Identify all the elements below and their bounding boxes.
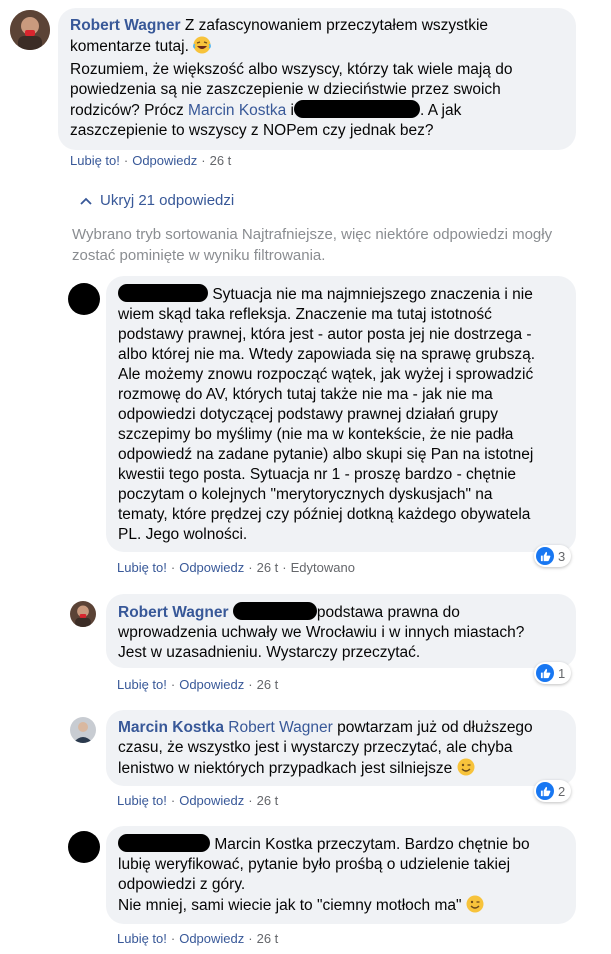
comment-text-line: rodziców? Prócz bbox=[70, 102, 184, 119]
chevron-up-icon bbox=[80, 197, 92, 205]
laughing-emoji-icon bbox=[193, 36, 212, 60]
comment-text-line: zaszczepienie to wszyscy z NOPem czy jed… bbox=[70, 122, 434, 139]
hide-replies-label: Ukryj 21 odpowiedzi bbox=[100, 192, 235, 209]
avatar-redacted[interactable] bbox=[68, 283, 100, 315]
timestamp[interactable]: 26 t bbox=[257, 931, 279, 946]
comment-text-line: . A jak bbox=[419, 102, 462, 119]
comment-text-line: powiedzenia są nie zaszczepienie w dziec… bbox=[70, 81, 501, 98]
reply-text-line: kwestii tego posta. Sytuacja nr 1 - pros… bbox=[118, 466, 517, 483]
filter-note: Wybrano tryb sortowania Najtrafniejsze, … bbox=[72, 224, 597, 266]
reply-text-line: wprowadzenia uchwały we Wrocławiu i w in… bbox=[118, 624, 525, 641]
edited-label[interactable]: Edytowano bbox=[291, 560, 355, 575]
comment-author[interactable]: Robert Wagner bbox=[70, 17, 181, 34]
reply-text-line: czasu, że wszystko jest i wystarczy prze… bbox=[118, 739, 513, 756]
thumbs-up-icon bbox=[536, 664, 554, 682]
reply-bubble-3: Marcin Kostka Robert Wagner powtarzam ju… bbox=[106, 710, 576, 786]
reply-bubble-1: Sytuacja nie ma najmniejszego znaczenia … bbox=[106, 276, 576, 552]
thumbs-up-icon bbox=[536, 547, 554, 565]
reply-button[interactable]: Odpowiedz bbox=[179, 931, 244, 946]
timestamp[interactable]: 26 t bbox=[210, 153, 232, 168]
reply-actions-1: Lubię to! · Odpowiedz · 26 t · Edytowano bbox=[117, 560, 355, 575]
timestamp[interactable]: 26 t bbox=[257, 793, 279, 808]
avatar-marcin-kostka[interactable] bbox=[70, 717, 96, 743]
avatar-robert-wagner[interactable] bbox=[70, 601, 96, 627]
reply-text-line: lubię weryfikować, pytanie było prośbą o… bbox=[118, 856, 511, 873]
reply-bubble-2: Robert Wagner podstawa prawna do wprowad… bbox=[106, 594, 576, 668]
reply-text-line: podstawy prawnej, która jest - autor pos… bbox=[118, 326, 532, 343]
reply-text-line: lenistwo w niektórych przypadkach jest s… bbox=[118, 760, 453, 777]
reply-text-line: szczepimy bo myślimy (nie ma w kontekści… bbox=[118, 426, 514, 443]
reply-author[interactable]: Robert Wagner bbox=[118, 604, 229, 621]
reply-text-line: Marcin Kostka przeczytam. Bardzo chętnie… bbox=[214, 836, 530, 853]
reply-text-line: odpowiedzi z góry. bbox=[118, 876, 246, 893]
reply-text-line: Sytuacja nie ma najmniejszego znaczenia … bbox=[212, 286, 533, 303]
reaction-summary-3[interactable]: 2 bbox=[534, 780, 572, 802]
like-button[interactable]: Lubię to! bbox=[117, 793, 167, 808]
avatar-photo-icon bbox=[70, 601, 96, 627]
hide-replies-toggle[interactable]: Ukryj 21 odpowiedzi bbox=[80, 192, 234, 209]
comment-text-line: komentarze tutaj. bbox=[70, 38, 189, 55]
reaction-count: 2 bbox=[558, 783, 566, 799]
reply-text-line: Nie mniej, sami wiecie jak to "ciemny mo… bbox=[118, 897, 462, 914]
avatar-photo-icon bbox=[70, 717, 96, 743]
mention-link[interactable]: Robert Wagner bbox=[228, 719, 333, 736]
redacted-author bbox=[118, 834, 210, 852]
avatar-photo-icon bbox=[10, 10, 50, 50]
reply-text-line: powtarzam już od dłuższego bbox=[332, 719, 533, 736]
reply-button[interactable]: Odpowiedz bbox=[179, 793, 244, 808]
mention-link[interactable]: Marcin Kostka bbox=[188, 102, 286, 119]
reply-bubble-4: Marcin Kostka przeczytam. Bardzo chętnie… bbox=[106, 826, 576, 924]
reply-text-line: poczytam o kolejnych "merytorycznych dys… bbox=[118, 486, 493, 503]
winking-emoji-icon bbox=[457, 758, 475, 782]
comment-text-line: i bbox=[286, 102, 294, 119]
reply-author[interactable]: Marcin Kostka bbox=[118, 719, 224, 736]
like-button[interactable]: Lubię to! bbox=[117, 677, 167, 692]
reply-text-line: wiem skąd taka refleksja. Znaczenie ma t… bbox=[118, 306, 492, 323]
reply-actions-3: Lubię to! · Odpowiedz · 26 t bbox=[117, 793, 279, 808]
redacted-name bbox=[293, 100, 420, 118]
reply-text-line: odpowiedź na zadane pytanie) albo skupi … bbox=[118, 446, 534, 463]
redacted-author bbox=[118, 284, 208, 302]
timestamp[interactable]: 26 t bbox=[257, 560, 279, 575]
avatar-redacted[interactable] bbox=[68, 831, 100, 863]
reaction-summary-2[interactable]: 1 bbox=[534, 662, 572, 684]
like-button[interactable]: Lubię to! bbox=[117, 560, 167, 575]
reply-text-line: Jest w uzasadnieniu. Wystarczy przeczyta… bbox=[118, 644, 421, 661]
reply-button[interactable]: Odpowiedz bbox=[179, 677, 244, 692]
comment-bubble-main: Robert Wagner Z zafascynowaniem przeczyt… bbox=[58, 8, 576, 150]
reply-actions-2: Lubię to! · Odpowiedz · 26 t bbox=[117, 677, 279, 692]
winking-emoji-icon bbox=[466, 895, 484, 919]
reply-text-line: podstawa prawna do bbox=[316, 604, 460, 621]
reply-text-line: PL. Jego wolności. bbox=[118, 526, 248, 543]
reply-text-line: rozmowę do AV, których tutaj także nie m… bbox=[118, 386, 493, 403]
reply-actions-4: Lubię to! · Odpowiedz · 26 t bbox=[117, 931, 279, 946]
reply-text-line: tematy, które prędzej czy później dotkną… bbox=[118, 506, 531, 523]
reply-button[interactable]: Odpowiedz bbox=[179, 560, 244, 575]
reaction-count: 3 bbox=[558, 548, 566, 564]
reply-text-line: Ale możemy znowu rozpocząć wątek, jak wy… bbox=[118, 366, 534, 383]
reaction-count: 1 bbox=[558, 665, 566, 681]
filter-note-line: zostać pominięte w wyniku filtrowania. bbox=[72, 247, 326, 264]
avatar-robert-wagner[interactable] bbox=[10, 10, 50, 50]
filter-note-line: Wybrano tryb sortowania Najtrafniejsze, … bbox=[72, 226, 553, 243]
thumbs-up-icon bbox=[536, 782, 554, 800]
reply-text-line: odpowiedzi dotyczącej podstawy prawnej d… bbox=[118, 406, 498, 423]
reaction-summary-1[interactable]: 3 bbox=[534, 545, 572, 567]
reply-text-line: albo której nie ma. Wtedy zapowiada się … bbox=[118, 346, 535, 363]
comment-text-line: Z zafascynowaniem przeczytałem wszystkie bbox=[184, 17, 489, 34]
comment-text-line: Rozumiem, że większość albo wszyscy, któ… bbox=[70, 61, 513, 78]
like-button[interactable]: Lubię to! bbox=[70, 153, 120, 168]
like-button[interactable]: Lubię to! bbox=[117, 931, 167, 946]
comment-actions: Lubię to! · Odpowiedz · 26 t bbox=[70, 153, 232, 168]
timestamp[interactable]: 26 t bbox=[257, 677, 279, 692]
reply-button[interactable]: Odpowiedz bbox=[132, 153, 197, 168]
redacted-name bbox=[232, 602, 317, 620]
